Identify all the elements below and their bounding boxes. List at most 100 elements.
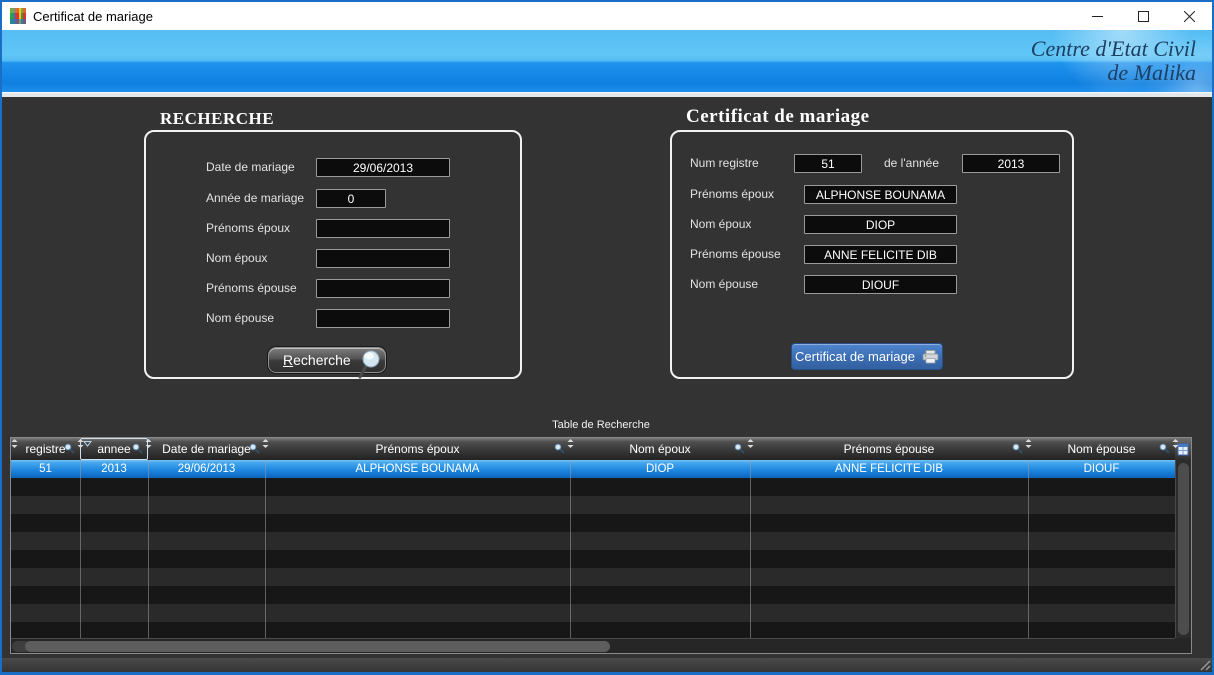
window-title: Certificat de mariage [33, 9, 153, 24]
column-divider [148, 460, 149, 638]
table-empty-area [11, 478, 1175, 653]
table-cell: 29/06/2013 [148, 460, 265, 478]
field-label-prenoms-epoux: Prénoms époux [206, 219, 290, 238]
column-header-3[interactable]: Prénoms époux [265, 438, 570, 460]
search-panel-title: RECHERCHE [160, 109, 274, 129]
search-date-input[interactable] [316, 158, 450, 177]
window-controls [1074, 2, 1212, 30]
hscroll-thumb[interactable] [25, 641, 610, 652]
column-resize-handle[interactable] [262, 439, 269, 448]
header-banner: Centre d'Etat Civil de Malika [2, 30, 1212, 92]
column-resize-handle[interactable] [77, 439, 84, 448]
column-header-label: Prénoms épouse [844, 442, 935, 456]
table-cell: 51 [11, 460, 80, 478]
column-divider [80, 460, 81, 638]
column-resize-handle[interactable] [567, 439, 574, 448]
printer-icon [922, 350, 939, 364]
vscroll-thumb[interactable] [1178, 463, 1189, 635]
minimize-button[interactable] [1074, 2, 1120, 30]
table-cell: ANNE FELICITE DIB [750, 460, 1028, 478]
center-name: Centre d'Etat Civil de Malika [1031, 37, 1196, 85]
search-nom-epouse-input[interactable] [316, 309, 450, 328]
column-header-label: Date de mariage [162, 442, 251, 456]
field-label-cert-prenoms-epouse: Prénoms épouse [690, 245, 781, 264]
column-resize-handle[interactable] [1025, 439, 1032, 448]
column-header-label: registre [25, 442, 65, 456]
cert-prenoms-epouse-input[interactable] [804, 245, 957, 264]
search-prenoms-epouse-input[interactable] [316, 279, 450, 298]
vertical-scrollbar[interactable] [1175, 460, 1191, 638]
cert-annee-input[interactable] [962, 154, 1060, 173]
column-header-label: Nom épouse [1067, 442, 1135, 456]
maximize-button[interactable] [1120, 2, 1166, 30]
column-header-label: annee [97, 442, 130, 456]
table-cell: ALPHONSE BOUNAMA [265, 460, 570, 478]
close-button[interactable] [1166, 2, 1212, 30]
field-label-cert-nom-epoux: Nom époux [690, 215, 751, 234]
column-resize-handle[interactable] [747, 439, 754, 448]
field-label-annee-mariage: Année de mariage [206, 189, 304, 208]
column-divider [570, 460, 571, 638]
app-icon [10, 8, 26, 24]
field-label-de-annee: de l'année [884, 154, 939, 173]
certificate-panel-title: Certificat de mariage [686, 106, 870, 128]
table-row-selected[interactable]: 51201329/06/2013ALPHONSE BOUNAMADIOPANNE… [11, 460, 1175, 478]
app-window: Certificat de mariage Centre d'Etat Civi… [0, 0, 1214, 675]
cert-nom-epoux-input[interactable] [804, 215, 957, 234]
column-divider [750, 460, 751, 638]
field-label-nom-epouse: Nom épouse [206, 309, 274, 328]
column-search-icon[interactable] [132, 443, 143, 454]
search-nom-epoux-input[interactable] [316, 249, 450, 268]
print-button-label: Certificat de mariage [795, 349, 915, 364]
status-footer [2, 658, 1212, 672]
column-header-5[interactable]: Prénoms épouse [750, 438, 1028, 460]
cert-prenoms-epoux-input[interactable] [804, 185, 957, 204]
table-cell: DIOP [570, 460, 750, 478]
column-header-4[interactable]: Nom époux [570, 438, 750, 460]
field-label-date-mariage: Date de mariage [206, 158, 295, 177]
resize-grip-icon[interactable] [1199, 659, 1211, 671]
table-cell: 2013 [80, 460, 148, 478]
column-header-label: Prénoms époux [375, 442, 459, 456]
table-cell: DIOUF [1028, 460, 1175, 478]
column-header-6[interactable]: Nom épouse [1028, 438, 1175, 460]
titlebar[interactable]: Certificat de mariage [2, 2, 1212, 30]
banner-line1: Centre d'Etat Civil [1031, 37, 1196, 61]
column-header-0[interactable]: registre [11, 438, 80, 460]
column-resize-handle[interactable] [1172, 439, 1179, 448]
recherche-button[interactable]: Recherche [268, 347, 386, 373]
certificate-panel: Num registre de l'année Prénoms époux No… [670, 130, 1074, 379]
column-header-1[interactable]: annee [80, 438, 148, 460]
field-label-cert-nom-epouse: Nom épouse [690, 275, 758, 294]
table-caption: Table de Recherche [10, 419, 1192, 431]
field-label-cert-prenoms-epoux: Prénoms époux [690, 185, 774, 204]
column-search-icon[interactable] [734, 443, 745, 454]
magnifier-icon [357, 349, 383, 384]
field-label-nom-epoux: Nom époux [206, 249, 267, 268]
search-annee-input[interactable] [316, 189, 386, 208]
column-search-icon[interactable] [554, 443, 565, 454]
column-search-icon[interactable] [64, 443, 75, 454]
banner-line2: de Malika [1031, 61, 1196, 85]
field-label-num-registre: Num registre [690, 154, 759, 173]
print-certificate-button[interactable]: Certificat de mariage [791, 343, 943, 370]
sort-indicator-icon [83, 440, 92, 447]
column-resize-handle[interactable] [145, 439, 152, 448]
table-header-row: registre annee Date de mariage Prénoms épou… [11, 438, 1191, 460]
column-search-icon[interactable] [1012, 443, 1023, 454]
search-prenoms-epoux-input[interactable] [316, 219, 450, 238]
column-search-icon[interactable] [249, 443, 260, 454]
cert-nom-epouse-input[interactable] [804, 275, 957, 294]
column-resize-handle[interactable] [11, 439, 18, 448]
column-header-label: Nom époux [629, 442, 690, 456]
search-panel: Date de mariage Année de mariage Prénoms… [144, 130, 522, 379]
horizontal-scrollbar[interactable] [11, 638, 1175, 653]
column-header-2[interactable]: Date de mariage [148, 438, 265, 460]
main-area: RECHERCHE Certificat de mariage Date de … [2, 97, 1212, 672]
column-divider [265, 460, 266, 638]
field-label-prenoms-epouse: Prénoms épouse [206, 279, 297, 298]
column-search-icon[interactable] [1159, 443, 1170, 454]
search-results-table: registre annee Date de mariage Prénoms épou… [10, 437, 1192, 654]
column-divider [1028, 460, 1029, 638]
cert-num-registre-input[interactable] [794, 154, 862, 173]
